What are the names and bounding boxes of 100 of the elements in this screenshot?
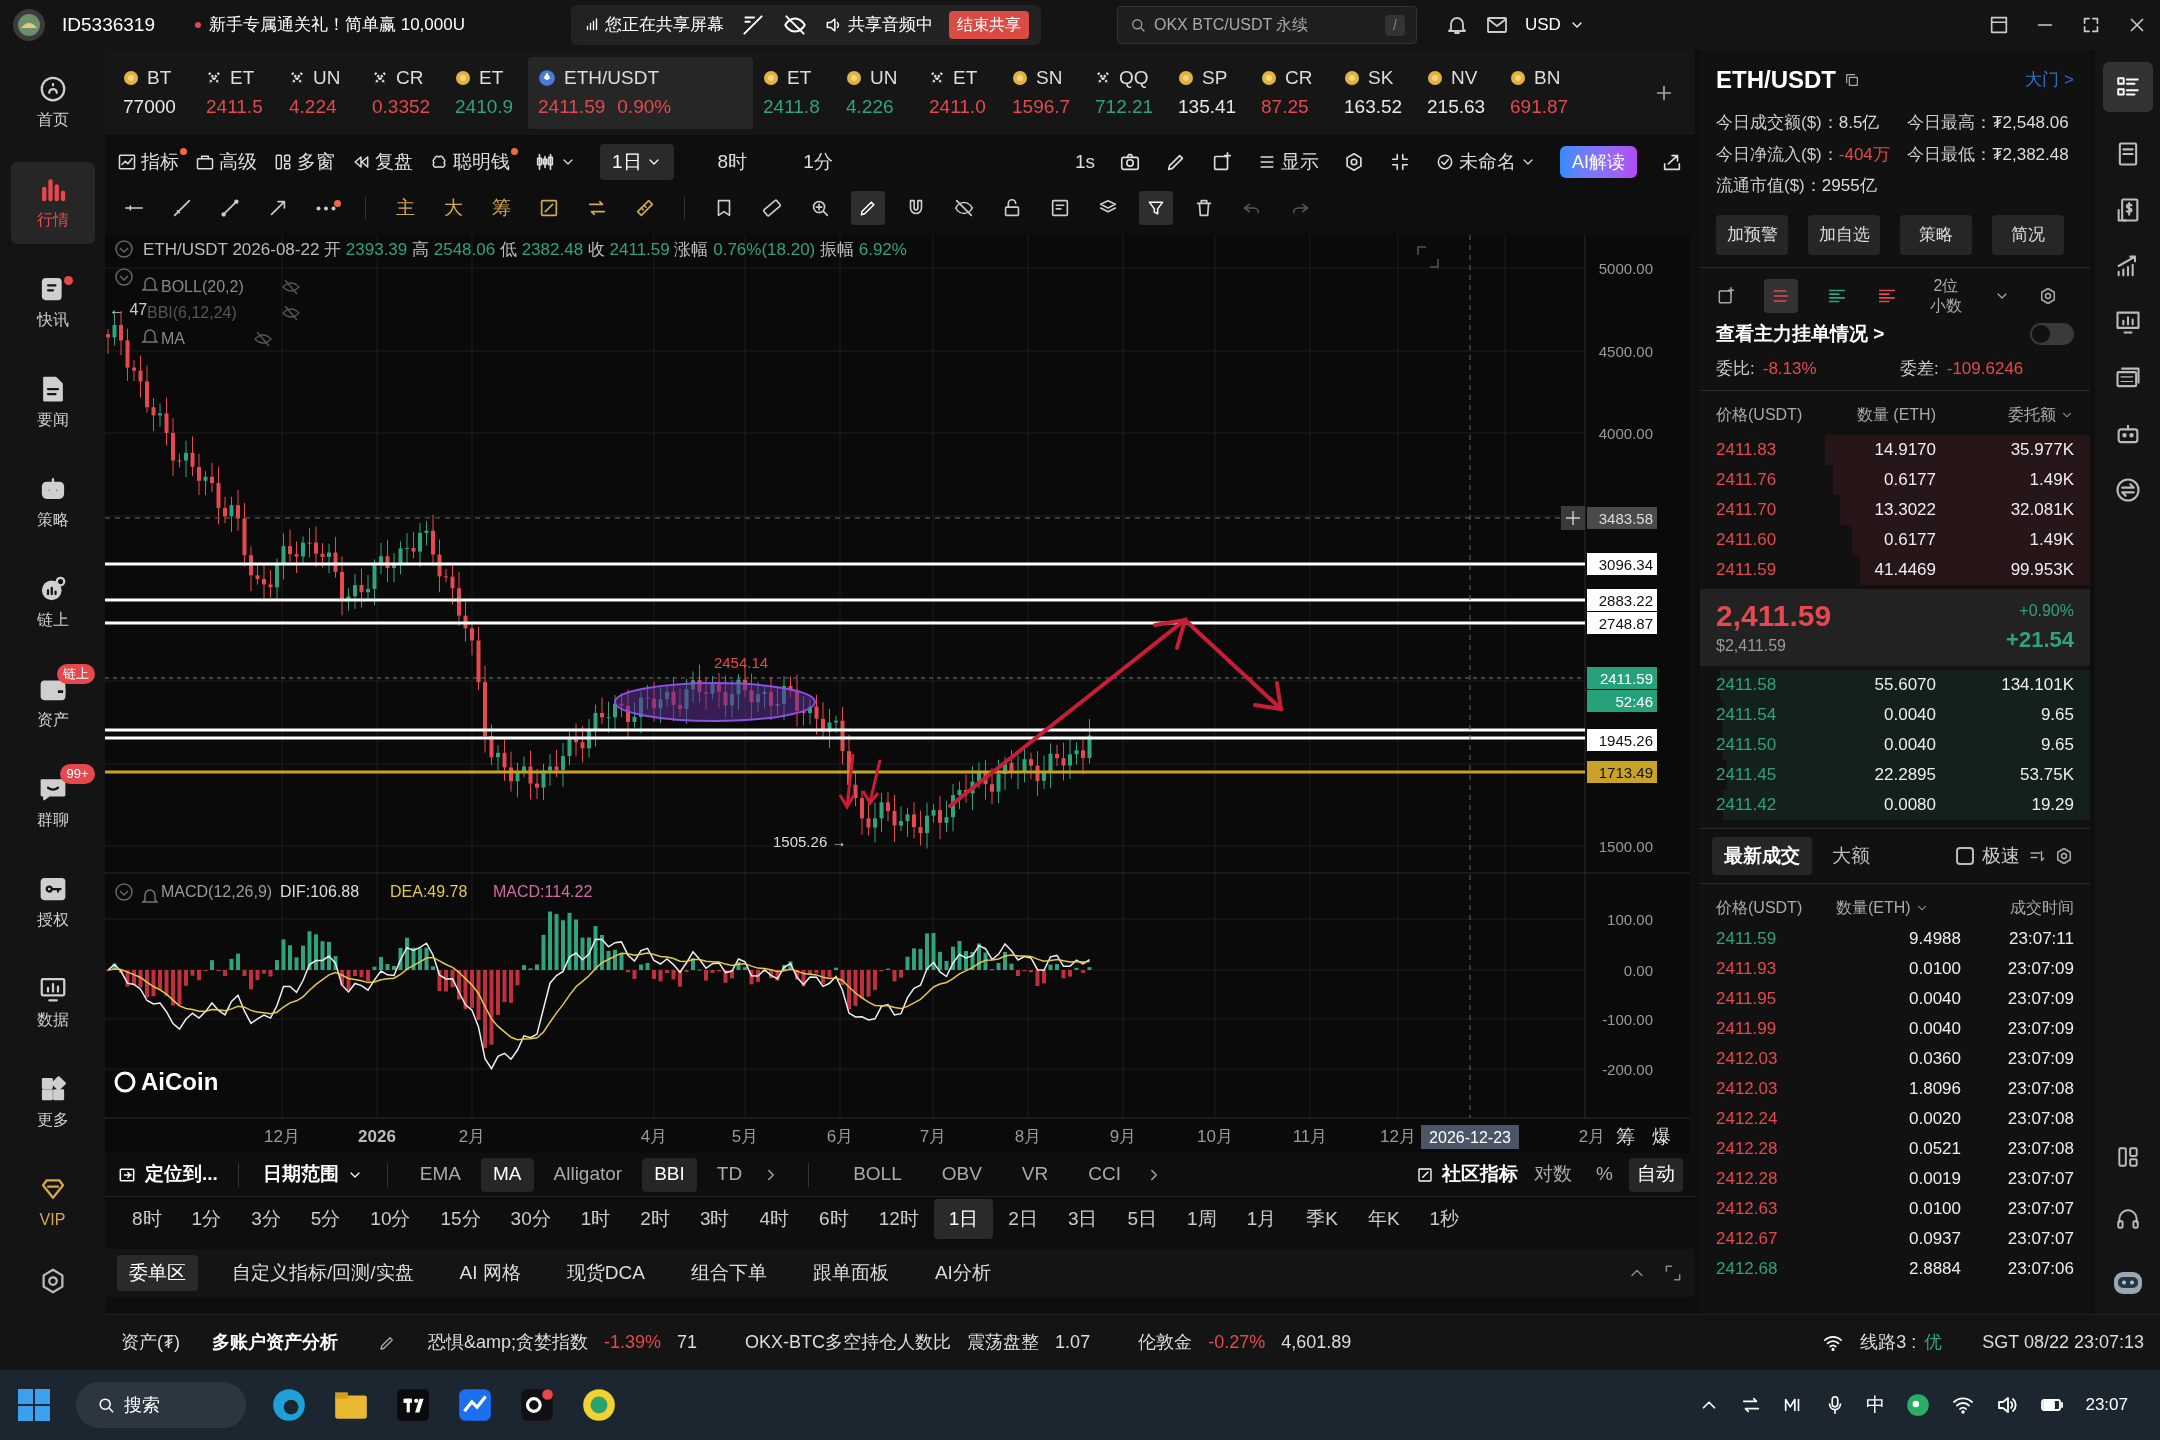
indicator-tab[interactable]: CCI <box>1072 1160 1137 1189</box>
indicator-tab[interactable]: Alligator <box>541 1157 635 1192</box>
sidebar-item[interactable]: 更多 <box>10 1062 95 1144</box>
exchange-link[interactable]: 大门 > <box>2025 67 2074 93</box>
ticker-tab[interactable]: SP 135.41 <box>1168 56 1251 129</box>
interval-tab[interactable]: 1分 <box>791 144 845 180</box>
timeframe-tab[interactable]: 1周 <box>1172 1199 1232 1239</box>
ticker-tab[interactable]: BN 691.87 <box>1500 56 1583 129</box>
timeframe-tab[interactable]: 2日 <box>993 1199 1053 1239</box>
timeframe-tab[interactable]: 3时 <box>684 1199 745 1239</box>
ticker-tab[interactable]: ETH/USDT 2411.59 0.90% <box>528 56 753 129</box>
indicator-tab[interactable]: VR <box>1005 1160 1065 1189</box>
panel-button[interactable]: 策略 <box>1900 214 1972 255</box>
indicator-tab[interactable]: OBV <box>925 1160 998 1189</box>
ticker-tab[interactable]: ET 2411.0 <box>919 56 1002 129</box>
bottom-tab[interactable]: AI分析 <box>922 1255 1003 1291</box>
layout-dropdown[interactable]: 未命名 <box>1435 147 1536 177</box>
timeframe-tab[interactable]: 5日 <box>1112 1199 1173 1239</box>
panel-button[interactable]: 简况 <box>1992 214 2064 255</box>
input-method-label[interactable]: 中 <box>1866 1390 1886 1420</box>
ticker-tab[interactable]: SK 163.52 <box>1334 56 1417 129</box>
sidebar-item[interactable]: 授权 <box>10 862 95 944</box>
timeframe-tab[interactable]: 1月 <box>1231 1199 1292 1239</box>
timeframe-tab[interactable]: 3分 <box>236 1199 296 1239</box>
taskbar-search[interactable]: 搜索 <box>76 1382 246 1428</box>
ticker-tab[interactable]: ET 2411.5 <box>196 56 279 129</box>
auto-scale-button[interactable]: 自动 <box>1629 1157 1683 1192</box>
ticker-tab[interactable]: ET 2410.9 <box>445 56 528 129</box>
currency-dropdown[interactable]: USD <box>1524 12 1585 38</box>
ticker-tab[interactable]: UN 4.226 <box>836 56 919 129</box>
quantity-column-dropdown[interactable]: 数量(ETH) <box>1836 896 1929 920</box>
timeframe-tab[interactable]: 1秒 <box>1414 1199 1475 1239</box>
timeframe-tab[interactable]: 2时 <box>625 1199 685 1239</box>
toolbar-button[interactable]: 指标 <box>117 147 179 177</box>
main-orders-link[interactable]: 查看主力挂单情况 > <box>1716 319 1885 348</box>
trades-tab[interactable]: 最新成交 <box>1712 837 1812 875</box>
panel-button[interactable]: 加自选 <box>1808 214 1880 255</box>
timeframe-tab[interactable]: 10分 <box>355 1199 426 1239</box>
sidebar-item[interactable]: 要闻 <box>10 362 95 444</box>
ticker-tab[interactable]: ET 2411.8 <box>753 56 836 129</box>
decimals-dropdown[interactable]: 2位小数 <box>1926 275 1966 316</box>
toolbar-button[interactable]: 聪明钱 <box>429 147 510 177</box>
interval-tab[interactable]: 8时 <box>705 144 760 180</box>
timeframe-tab[interactable]: 12时 <box>863 1199 934 1239</box>
fast-checkbox[interactable]: 极速 <box>1956 841 2020 871</box>
toolbar-button[interactable]: 复盘 <box>351 147 413 177</box>
bottom-tab[interactable]: 自定义指标/回测/实盘 <box>220 1255 426 1291</box>
ticker-tab[interactable]: SN 1596.7 <box>1002 56 1085 129</box>
timeframe-tab[interactable]: 年K <box>1352 1199 1415 1239</box>
sidebar-item[interactable]: 数据 <box>10 962 95 1044</box>
ticker-tab[interactable]: QQ 712.21 <box>1085 56 1168 129</box>
timeframe-tab[interactable]: 30分 <box>495 1199 566 1239</box>
promo-link[interactable]: 新手专属通关礼！简单赢 10,000U <box>208 12 465 38</box>
multi-account-link[interactable]: 多账户资产分析 <box>212 1329 338 1356</box>
ticker-tab[interactable]: UN 4.224 <box>279 56 362 129</box>
drawing-tool-button[interactable]: 大 <box>436 193 470 223</box>
community-indicators-button[interactable]: 社区指标 <box>1416 1160 1519 1189</box>
ticker-tab[interactable]: NV 215.63 <box>1417 56 1500 129</box>
timeframe-tab[interactable]: 1日 <box>933 1199 994 1239</box>
amount-column-dropdown[interactable]: 委托额 <box>2008 402 2074 427</box>
indicator-tab[interactable]: TD <box>704 1157 755 1192</box>
timeframe-tab[interactable]: 8时 <box>117 1199 177 1239</box>
sidebar-item[interactable]: 策略 <box>10 462 95 544</box>
ai-button[interactable]: AI解读 <box>1560 146 1637 178</box>
sidebar-item[interactable]: 快讯 <box>10 262 95 344</box>
bottom-tab[interactable]: 现货DCA <box>554 1255 657 1291</box>
percent-scale-button[interactable]: % <box>1588 1160 1621 1189</box>
sidebar-item[interactable]: 首页 <box>10 62 95 144</box>
timeframe-tab[interactable]: 1分 <box>176 1199 237 1239</box>
indicator-tab[interactable]: MA <box>481 1157 534 1192</box>
indicator-tab[interactable]: BBI <box>642 1157 697 1192</box>
bottom-tab[interactable]: 跟单面板 <box>800 1255 901 1291</box>
panel-button[interactable]: 加预警 <box>1716 214 1788 255</box>
timeframe-tab[interactable]: 5分 <box>295 1199 356 1239</box>
bottom-tab[interactable]: AI 网格 <box>447 1255 533 1291</box>
sidebar-item[interactable]: VIP <box>10 1162 95 1244</box>
sidebar-item[interactable]: 链上 <box>10 562 95 644</box>
timeframe-tab[interactable]: 4时 <box>744 1199 805 1239</box>
timeframe-tab[interactable]: 季K <box>1291 1199 1353 1239</box>
bottom-tab[interactable]: 委单区 <box>117 1255 198 1291</box>
trades-tab[interactable]: 大额 <box>1820 837 1882 875</box>
timeframe-tab[interactable]: 3日 <box>1052 1199 1113 1239</box>
indicator-tab[interactable]: EMA <box>407 1157 474 1192</box>
locate-button[interactable]: 定位到... <box>117 1160 230 1189</box>
interval-tab[interactable]: 1日 <box>600 144 674 180</box>
ticker-tab[interactable]: CR 0.3352 <box>362 56 445 129</box>
sidebar-item[interactable]: 行情 <box>10 162 95 244</box>
timeframe-tab[interactable]: 1时 <box>565 1199 626 1239</box>
bottom-tab[interactable]: 组合下单 <box>678 1255 779 1291</box>
ticker-tab[interactable]: CR 87.25 <box>1251 56 1334 129</box>
drawing-tool-button[interactable]: 主 <box>388 193 422 223</box>
drawing-tool-button[interactable]: 筹 <box>484 193 518 223</box>
display-button[interactable]: 显示 <box>1257 147 1319 177</box>
toolbar-button[interactable]: 多窗 <box>273 147 335 177</box>
timeframe-tab[interactable]: 15分 <box>425 1199 496 1239</box>
log-scale-button[interactable]: 对数 <box>1526 1160 1581 1189</box>
timeframe-tab[interactable]: 6时 <box>804 1199 864 1239</box>
toolbar-button[interactable]: 高级 <box>195 147 257 177</box>
speed-button[interactable]: 1s <box>1074 147 1095 177</box>
date-range-dropdown[interactable]: 日期范围 <box>246 1160 379 1189</box>
